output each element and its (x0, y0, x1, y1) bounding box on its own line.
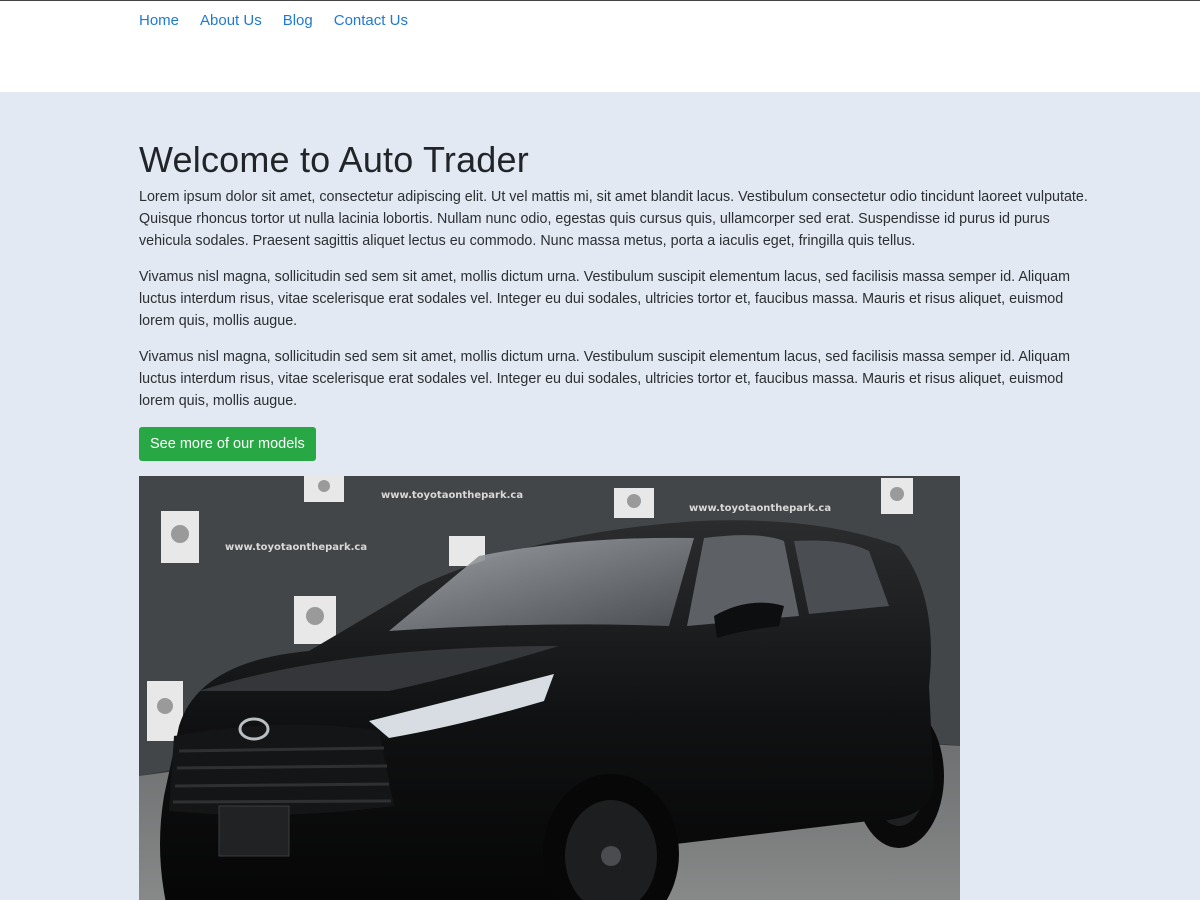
hero-content: Welcome to Auto Trader Lorem ipsum dolor… (139, 138, 1099, 461)
intro-paragraph-2: Vivamus nisl magna, sollicitudin sed sem… (139, 269, 1070, 329)
nav-link-home[interactable]: Home (139, 12, 179, 30)
backdrop-url-text-1: www.toyotaonthepark.ca (381, 490, 523, 501)
nav-link-contact-us[interactable]: Contact Us (334, 12, 408, 30)
car-photo: www.toyotaonthepark.ca www.toyotaonthepa… (139, 476, 960, 900)
hero-section: Welcome to Auto Trader Lorem ipsum dolor… (0, 92, 1200, 900)
backdrop-url-text-3: www.toyotaonthepark.ca (225, 542, 367, 553)
nav-link-about-us[interactable]: About Us (200, 12, 262, 30)
intro-paragraph-3: Vivamus nisl magna, sollicitudin sed sem… (139, 349, 1070, 409)
see-more-models-button[interactable]: See more of our models (139, 427, 316, 461)
nav-link-blog[interactable]: Blog (283, 12, 313, 30)
top-navbar: Home About Us Blog Contact Us (0, 0, 1200, 92)
intro-paragraph-1: Lorem ipsum dolor sit amet, consectetur … (139, 189, 1088, 249)
page-title: Welcome to Auto Trader (139, 139, 529, 180)
backdrop-url-text-2: www.toyotaonthepark.ca (689, 503, 831, 514)
car-photo-illustration: www.toyotaonthepark.ca www.toyotaonthepa… (139, 476, 960, 900)
main-nav: Home About Us Blog Contact Us (139, 12, 429, 30)
